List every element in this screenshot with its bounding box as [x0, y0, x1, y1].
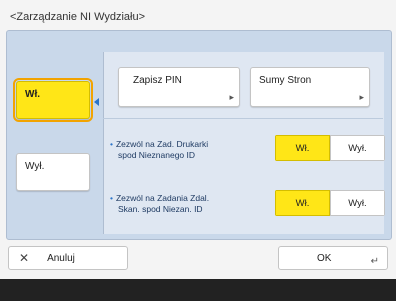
option-line2: Skan. spod Niezan. ID	[118, 204, 203, 214]
corner-arrow-icon: ▸	[359, 92, 364, 102]
toggle-on[interactable]: Wł.	[275, 190, 330, 216]
return-icon: ↵	[370, 256, 379, 267]
off-button[interactable]: Wył.	[16, 153, 90, 191]
bullet-icon: •	[110, 193, 113, 203]
cancel-button[interactable]: ✕ Anuluj	[8, 246, 128, 270]
option-unknown-id-print-label: • Zezwól na Zad. Drukarki spod Nieznanego…	[110, 139, 208, 161]
register-pin-button[interactable]: Zapisz PIN ▸	[118, 67, 240, 107]
bullet-icon: •	[110, 139, 113, 149]
option-unknown-id-scan-label: • Zezwól na Zadania Zdal. Skan. spod Niez…	[110, 193, 209, 215]
ok-label: OK	[317, 252, 332, 264]
on-button[interactable]: Wł.	[13, 78, 93, 122]
toggle-off[interactable]: Wył.	[330, 190, 385, 216]
toggle-on[interactable]: Wł.	[275, 135, 330, 161]
pointer-arrow-icon	[94, 98, 99, 106]
ok-button[interactable]: OK ↵	[278, 246, 388, 270]
off-button-label: Wył.	[25, 161, 45, 172]
register-pin-label: Zapisz PIN	[133, 75, 182, 86]
corner-arrow-icon: ▸	[229, 92, 234, 102]
page-totals-label: Sumy Stron	[259, 75, 312, 86]
close-icon: ✕	[19, 251, 30, 265]
option-line1: Zezwól na Zadania Zdal.	[115, 193, 210, 203]
toggle-off[interactable]: Wył.	[330, 135, 385, 161]
scan-unknown-id-toggle: Wł. Wył.	[275, 190, 385, 216]
divider	[103, 118, 383, 119]
page-totals-button[interactable]: Sumy Stron ▸	[250, 67, 370, 107]
status-bar	[0, 279, 396, 301]
print-unknown-id-toggle: Wł. Wył.	[275, 135, 385, 161]
cancel-label: Anuluj	[47, 252, 75, 264]
page-title: <Zarządzanie NI Wydziału>	[10, 11, 146, 23]
option-line1: Zezwól na Zad. Drukarki	[115, 139, 209, 149]
on-button-label: Wł.	[25, 89, 40, 100]
option-line2: spod Nieznanego ID	[118, 150, 196, 160]
